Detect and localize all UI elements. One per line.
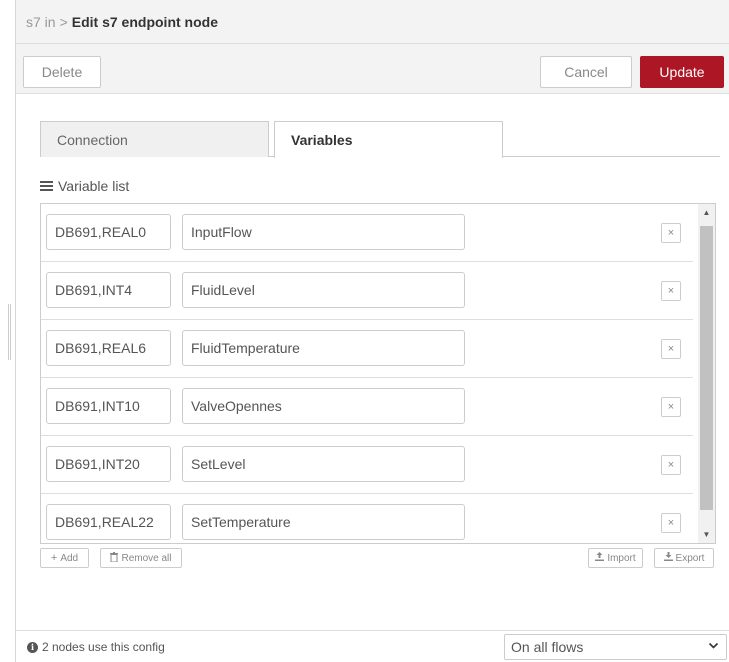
export-button[interactable]: Export [654, 548, 714, 568]
close-icon: × [667, 227, 675, 239]
variable-list: × × × × × × ▲ ▼ [40, 203, 716, 544]
close-icon: × [667, 343, 675, 355]
add-variable-button[interactable]: + Add [40, 548, 89, 568]
variable-address-input[interactable] [46, 504, 171, 540]
remove-all-button-label: Remove all [121, 552, 172, 564]
scroll-up-arrow-icon[interactable]: ▲ [698, 204, 715, 221]
variable-name-input[interactable] [182, 272, 465, 308]
close-icon: × [667, 459, 675, 471]
variable-name-input[interactable] [182, 446, 465, 482]
scrollbar-thumb[interactable] [700, 226, 713, 510]
remove-row-button[interactable]: × [661, 397, 681, 417]
breadcrumb-separator: > [59, 13, 68, 30]
variable-address-input[interactable] [46, 214, 171, 250]
list-icon [40, 179, 53, 193]
tray-toolbar: Delete Cancel Update [16, 44, 729, 94]
scope-select-value: On all flows [511, 639, 584, 655]
list-item: × [41, 436, 693, 494]
variable-list-heading: Variable list [40, 178, 129, 194]
remove-all-button[interactable]: Remove all [100, 548, 182, 568]
cancel-button[interactable]: Cancel [540, 56, 632, 88]
download-icon [663, 552, 673, 564]
list-item: × [41, 378, 693, 436]
variable-address-input[interactable] [46, 272, 171, 308]
variable-list-label: Variable list [58, 178, 130, 194]
close-icon: × [667, 285, 675, 297]
scroll-down-arrow-icon[interactable]: ▼ [698, 526, 715, 543]
import-button-label: Import [607, 552, 636, 564]
variable-address-input[interactable] [46, 446, 171, 482]
tab-connection[interactable]: Connection [40, 121, 269, 157]
variable-name-input[interactable] [182, 504, 465, 540]
list-item: × [41, 320, 693, 378]
import-button[interactable]: Import [588, 548, 643, 568]
list-item: × [41, 494, 693, 543]
config-usage-info: i 2 nodes use this config [27, 640, 165, 654]
remove-row-button[interactable]: × [661, 339, 681, 359]
upload-icon [595, 552, 605, 564]
list-item: × [41, 262, 693, 320]
page-title: Edit s7 endpoint node [71, 13, 218, 30]
resize-grip[interactable] [8, 304, 11, 360]
delete-button[interactable]: Delete [23, 56, 101, 88]
add-button-label: Add [60, 552, 79, 564]
close-icon: × [667, 401, 675, 413]
update-button[interactable]: Update [640, 56, 724, 88]
trash-icon [110, 551, 119, 565]
remove-row-button[interactable]: × [661, 281, 681, 301]
remove-row-button[interactable]: × [661, 223, 681, 243]
info-icon: i [27, 641, 38, 653]
tab-bar: Connection Variables [40, 121, 720, 158]
list-scrollbar[interactable]: ▲ ▼ [698, 204, 715, 543]
variable-name-input[interactable] [182, 214, 465, 250]
variable-address-input[interactable] [46, 330, 171, 366]
export-button-label: Export [675, 552, 705, 564]
plus-icon: + [50, 552, 58, 564]
edit-tray: s7 in > Edit s7 endpoint node Delete Can… [15, 0, 729, 662]
scope-select[interactable]: On all flows [504, 634, 727, 660]
remove-row-button[interactable]: × [661, 455, 681, 475]
config-usage-text: 2 nodes use this config [42, 640, 165, 654]
tray-footer: i 2 nodes use this config On all flows [16, 630, 729, 662]
tray-header: s7 in > Edit s7 endpoint node [16, 0, 729, 44]
list-item: × [41, 204, 693, 262]
tab-variables[interactable]: Variables [274, 121, 503, 158]
close-icon: × [667, 517, 675, 529]
remove-row-button[interactable]: × [661, 513, 681, 533]
chevron-down-icon [708, 640, 719, 654]
variable-name-input[interactable] [182, 330, 465, 366]
variable-address-input[interactable] [46, 388, 171, 424]
variable-name-input[interactable] [182, 388, 465, 424]
breadcrumb-parent: s7 in [26, 13, 56, 30]
